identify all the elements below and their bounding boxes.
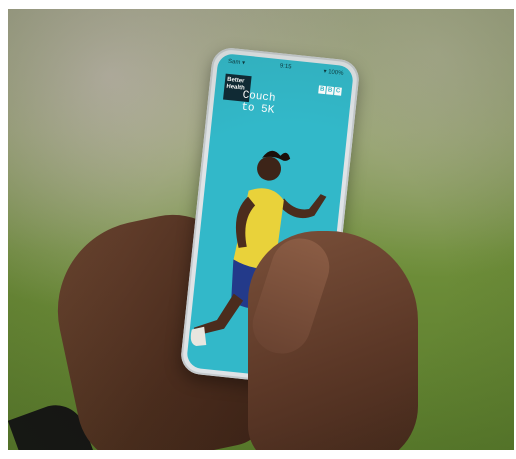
app-title: Couch to 5K xyxy=(241,89,303,119)
dark-sleeve xyxy=(8,396,95,450)
bbc-logo-box-3: C xyxy=(334,87,342,96)
runner-head xyxy=(257,156,282,181)
app-title-line-1: Couch xyxy=(241,89,277,105)
status-bar: Sam ▾ 9:15 ▾ 100% xyxy=(217,57,353,81)
runner-shorts xyxy=(231,259,275,310)
runner-leg-front xyxy=(254,302,265,346)
status-time: 9:15 xyxy=(279,63,292,71)
runner-arm-right xyxy=(279,194,327,219)
right-hand xyxy=(248,231,418,450)
runner-illustration xyxy=(190,150,327,346)
right-thumb xyxy=(245,230,337,362)
app-title-line-2: to 5K xyxy=(240,101,275,117)
phone-screen[interactable]: Sam ▾ 9:15 ▾ 100% Better Health B B C Co… xyxy=(185,52,355,382)
runner-arm-left xyxy=(235,196,256,248)
status-left: Sam ▾ xyxy=(227,58,246,67)
better-health-logo: Better Health xyxy=(223,73,252,103)
bbc-logo-box-1: B xyxy=(318,85,326,95)
runner-hair xyxy=(262,150,291,161)
runner-vest xyxy=(233,188,284,272)
background-photo: Sam ▾ 9:15 ▾ 100% Better Health B B C Co… xyxy=(8,9,514,450)
runner-shoe xyxy=(190,326,207,346)
runner-leg-back xyxy=(194,293,244,336)
smartphone: Sam ▾ 9:15 ▾ 100% Better Health B B C Co… xyxy=(179,46,361,388)
left-hand xyxy=(41,201,277,450)
brand-logo-line-2: Health xyxy=(226,83,245,92)
brand-logo-line-1: Better xyxy=(226,76,245,85)
bbc-logo-box-2: B xyxy=(326,86,334,95)
status-right: ▾ 100% xyxy=(323,68,344,77)
bbc-logo: B B C xyxy=(318,85,342,96)
